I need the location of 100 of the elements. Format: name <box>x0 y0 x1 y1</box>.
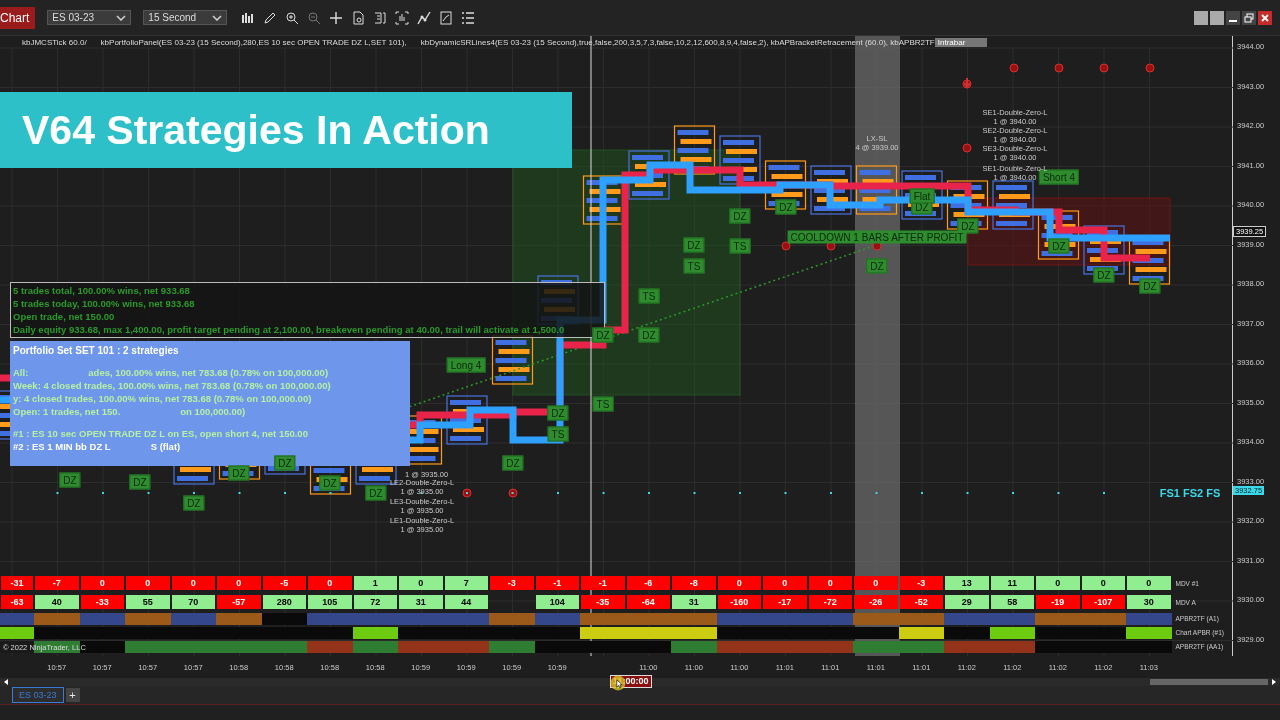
value-cell: -33 <box>80 595 124 609</box>
signal-tag: DZ <box>274 455 296 471</box>
stats-line: ades, 100.00% wins, net 783.68 (0.78% on 100,000.00) <box>88 366 329 379</box>
value-cell: -72 <box>808 595 852 609</box>
value-cell: 280 <box>262 595 306 609</box>
value-cell: -19 <box>1036 595 1080 609</box>
value-cell: 0 <box>1081 576 1125 590</box>
instrument-dropdown[interactable]: ES 03-23 <box>47 10 132 25</box>
value-cell: -31 <box>1 576 33 590</box>
value-cell: 0 <box>217 576 261 590</box>
value-cell: 58 <box>990 595 1034 609</box>
value-cell: 55 <box>126 595 170 609</box>
value-cell: -107 <box>1081 595 1125 609</box>
signal-tag: DZ <box>502 455 524 471</box>
stats-line: Daily equity 933.68, max 1,400.00, profit target pending at 2,100.00, breakeven pending at 40.00, trail will activate at 1,500.0 <box>13 323 566 336</box>
signal-tag: TS <box>683 258 705 274</box>
value-cell: -64 <box>626 595 670 609</box>
stats-line: Week: 4 closed trades, 100.00% wins, net 783.68 (0.78% on 100,000.00) <box>13 379 331 392</box>
signal-tag: DZ <box>129 474 151 490</box>
value-cell: 7 <box>444 576 488 590</box>
value-cell: 70 <box>171 595 215 609</box>
title-banner: V64 Strategies In Action <box>0 92 572 168</box>
value-cell: 0 <box>808 576 852 590</box>
signal-tag: DZ <box>592 327 614 343</box>
value-cell: -1 <box>535 576 579 590</box>
value-cell: -3 <box>899 576 943 590</box>
signal-tag: TS <box>729 238 751 254</box>
value-cell: 0 <box>80 576 124 590</box>
value-cell: 13 <box>945 576 989 590</box>
value-cell: 0 <box>308 576 352 590</box>
stats-line: on 100,000.00) <box>180 405 246 418</box>
signal-tag: TS <box>547 426 569 442</box>
signal-tag: DZ <box>683 237 705 253</box>
signal-tag: DZ <box>638 327 660 343</box>
value-cell: 0 <box>399 576 443 590</box>
signal-tag: DZ <box>1048 238 1070 254</box>
signal-tag: DZ <box>59 472 81 488</box>
value-cell: 11 <box>990 576 1034 590</box>
value-cell: -52 <box>899 595 943 609</box>
indicator-label: kbPortfolioPanel(ES 03-23 (15 Second),280,ES 10 sec OPEN TRADE DZ L,SET 101), <box>100 37 407 47</box>
intrabar-badge: Intrabar <box>934 37 988 47</box>
value-cell: -5 <box>262 576 306 590</box>
value-cell: 31 <box>399 595 443 609</box>
signal-tag: DZ <box>319 475 341 491</box>
value-cell: -3 <box>490 576 534 590</box>
value-cell: 104 <box>535 595 579 609</box>
stats-line: 5 trades today, 100.00% wins, net 933.68 <box>13 297 196 310</box>
signal-tag: Flat <box>909 188 935 204</box>
window-title: Chart <box>0 6 36 29</box>
value-cell: -57 <box>217 595 261 609</box>
value-cell: 0 <box>717 576 761 590</box>
indicator-label: kbDynamicSRLines4(ES 03-23 (15 Second),true,false,200,3,5,7,3,false,10,2,12,600,8,9,4,false,2), kbAPBracketRetracement (60.0), kbAPBR2TF <box>420 37 935 47</box>
signal-tag: DZ <box>365 485 387 501</box>
signal-tag: DZ <box>775 199 797 215</box>
stats-line: All: <box>13 366 29 379</box>
value-cell: 0 <box>1036 576 1080 590</box>
value-cell: 30 <box>1127 595 1171 609</box>
signal-tag: DZ <box>183 495 205 511</box>
signal-tag: DZ <box>228 465 250 481</box>
value-cell: 1 <box>353 576 397 590</box>
value-cell: 105 <box>308 595 352 609</box>
signal-tag: DZ <box>547 405 569 421</box>
value-cell: -7 <box>35 576 79 590</box>
interval-dropdown[interactable]: 15 Second <box>143 10 228 25</box>
signal-tag: DZ <box>1093 267 1115 283</box>
indicator-label: kbJMCSTick 60.0/ <box>22 37 87 47</box>
value-cell: 0 <box>1127 576 1171 590</box>
value-cell: 72 <box>353 595 397 609</box>
signal-tag: TS <box>592 396 614 412</box>
stats-line: Open trade, net 150.00 <box>13 310 116 323</box>
value-cell: -8 <box>672 576 716 590</box>
strategy-status: S (flat) <box>150 440 181 453</box>
value-cell: 0 <box>171 576 215 590</box>
value-cell: 40 <box>35 595 79 609</box>
add-tab-button[interactable]: + <box>65 688 80 702</box>
value-cell: 29 <box>945 595 989 609</box>
value-cell: 31 <box>672 595 716 609</box>
panel-title: Portfolio Set SET 101 : 2 strategies <box>13 344 180 357</box>
level-label: FS1 FS2 FS <box>1159 487 1221 499</box>
stats-line: y: 4 closed trades, 100.00% wins, net 783.68 (0.78% on 100,000.00) <box>13 392 312 405</box>
value-cell: -35 <box>581 595 625 609</box>
value-cell: -6 <box>626 576 670 590</box>
strategy-line: #1 : ES 10 sec OPEN TRADE DZ L on ES, open short 4, net 150.00 <box>13 427 308 440</box>
value-cell: -17 <box>763 595 807 609</box>
signal-tag: DZ <box>729 208 751 224</box>
value-cell: 0 <box>763 576 807 590</box>
value-cell: -26 <box>854 595 898 609</box>
strategy-line: #2 : ES 1 MIN bb DZ L <box>13 440 111 453</box>
value-cell: 44 <box>444 595 488 609</box>
signal-tag: DZ <box>866 258 888 274</box>
value-cell: -1 <box>581 576 625 590</box>
value-cell: 0 <box>126 576 170 590</box>
signal-tag: Long 4 <box>446 357 486 373</box>
stats-line: 5 trades total, 100.00% wins, net 933.68 <box>13 284 191 297</box>
stats-line: Open: 1 trades, net 150. <box>13 405 121 418</box>
signal-tag: DZ <box>1139 278 1161 294</box>
signal-tag: DZ <box>957 218 979 234</box>
cooldown-label: COOLDOWN 1 BARS AFTER PROFIT <box>787 230 967 244</box>
value-cell: -63 <box>1 595 33 609</box>
signal-tag: TS <box>638 288 660 304</box>
